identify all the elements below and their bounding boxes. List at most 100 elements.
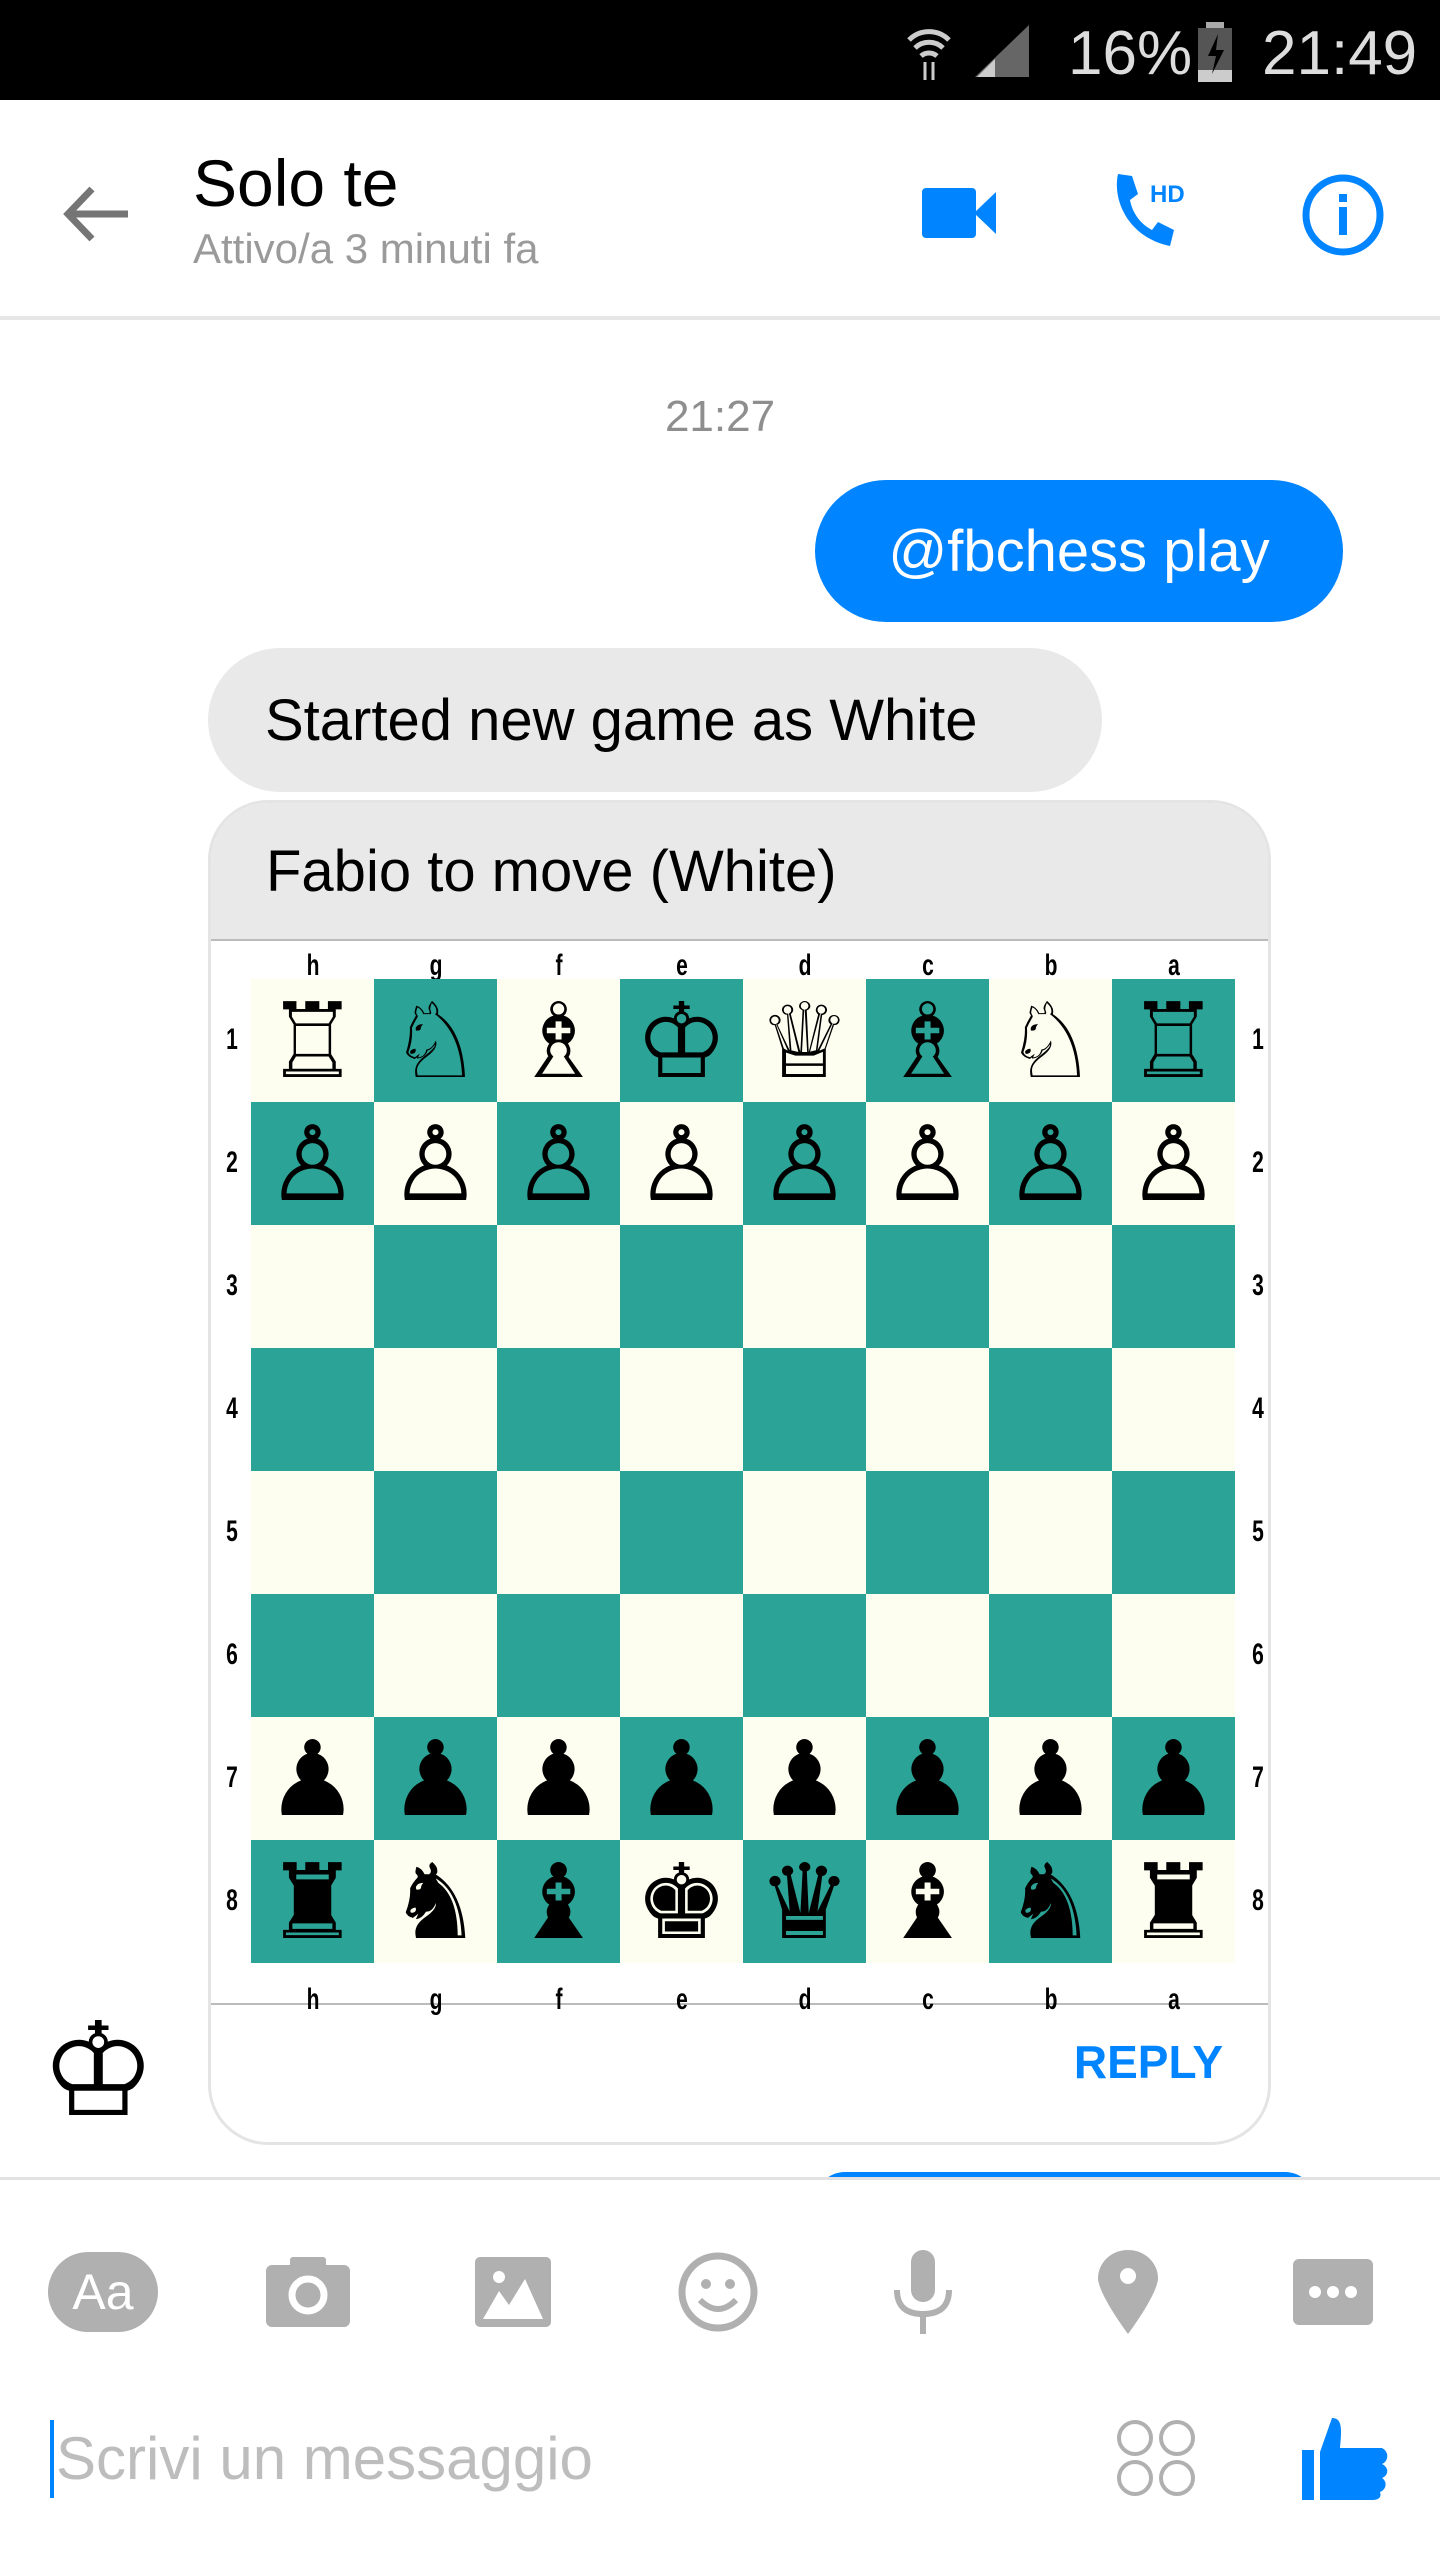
board-square-f4[interactable] — [497, 1348, 620, 1471]
board-square-e3[interactable] — [620, 1225, 743, 1348]
board-square-b6[interactable] — [989, 1594, 1112, 1717]
chess-piece[interactable]: ♙ — [1127, 1112, 1220, 1216]
board-square-e1[interactable]: ♔ — [620, 979, 743, 1102]
board-square-d3[interactable] — [743, 1225, 866, 1348]
board-square-c1[interactable]: ♗ — [866, 979, 989, 1102]
message-input[interactable]: Scrivi un messaggio — [50, 2420, 593, 2498]
video-call-icon[interactable] — [922, 188, 998, 238]
board-square-d8[interactable]: ♛ — [743, 1840, 866, 1963]
chess-board[interactable]: h h g g f f e e d d c c b b a a 1 1 ♖ ♘ ♗ ♔ ♕ ♗ ♘ ♖ 2 2 ♙ ♙ ♙ ♙ ♙ ♙ ♙ ♙ 3 3 4 4… — [211, 941, 1268, 2016]
chess-piece[interactable]: ♜ — [266, 1850, 359, 1954]
board-square-f6[interactable] — [497, 1594, 620, 1717]
board-square-a5[interactable] — [1112, 1471, 1235, 1594]
board-square-b4[interactable] — [989, 1348, 1112, 1471]
chess-piece[interactable]: ♕ — [758, 989, 851, 1093]
board-square-h4[interactable] — [251, 1348, 374, 1471]
board-square-b8[interactable]: ♞ — [989, 1840, 1112, 1963]
board-square-d7[interactable]: ♟ — [743, 1717, 866, 1840]
board-square-b1[interactable]: ♘ — [989, 979, 1112, 1102]
board-square-c8[interactable]: ♝ — [866, 1840, 989, 1963]
board-square-d5[interactable] — [743, 1471, 866, 1594]
chess-piece[interactable]: ♙ — [512, 1112, 605, 1216]
stickers-icon[interactable] — [1115, 2418, 1197, 2498]
contact-name[interactable]: Solo te — [193, 145, 398, 221]
board-square-h5[interactable] — [251, 1471, 374, 1594]
board-square-c2[interactable]: ♙ — [866, 1102, 989, 1225]
chess-piece[interactable]: ♛ — [758, 1850, 851, 1954]
chess-piece[interactable]: ♟ — [1004, 1727, 1097, 1831]
chess-piece[interactable]: ♚ — [635, 1850, 728, 1954]
board-square-f2[interactable]: ♙ — [497, 1102, 620, 1225]
camera-button[interactable] — [253, 2242, 363, 2342]
board-square-b2[interactable]: ♙ — [989, 1102, 1112, 1225]
board-square-e8[interactable]: ♚ — [620, 1840, 743, 1963]
chess-piece[interactable]: ♗ — [512, 989, 605, 1093]
board-square-e7[interactable]: ♟ — [620, 1717, 743, 1840]
board-square-d4[interactable] — [743, 1348, 866, 1471]
board-square-d1[interactable]: ♕ — [743, 979, 866, 1102]
chess-piece[interactable]: ♙ — [881, 1112, 974, 1216]
chess-piece[interactable]: ♟ — [389, 1727, 482, 1831]
location-button[interactable] — [1073, 2242, 1183, 2342]
text-format-button[interactable]: Aa — [48, 2242, 158, 2342]
outgoing-message[interactable]: @fbchess play — [815, 480, 1343, 622]
chess-piece[interactable]: ♝ — [881, 1850, 974, 1954]
board-square-f1[interactable]: ♗ — [497, 979, 620, 1102]
board-square-e6[interactable] — [620, 1594, 743, 1717]
board-square-a3[interactable] — [1112, 1225, 1235, 1348]
board-square-g5[interactable] — [374, 1471, 497, 1594]
chess-piece[interactable]: ♞ — [389, 1850, 482, 1954]
hd-phone-call-icon[interactable]: HD — [1110, 172, 1192, 254]
board-square-h7[interactable]: ♟ — [251, 1717, 374, 1840]
chess-piece[interactable]: ♙ — [1004, 1112, 1097, 1216]
board-square-g8[interactable]: ♞ — [374, 1840, 497, 1963]
board-square-f8[interactable]: ♝ — [497, 1840, 620, 1963]
board-square-f5[interactable] — [497, 1471, 620, 1594]
board-square-b7[interactable]: ♟ — [989, 1717, 1112, 1840]
board-square-a1[interactable]: ♖ — [1112, 979, 1235, 1102]
chess-piece[interactable]: ♘ — [1004, 989, 1097, 1093]
board-square-h8[interactable]: ♜ — [251, 1840, 374, 1963]
board-square-g3[interactable] — [374, 1225, 497, 1348]
board-square-f7[interactable]: ♟ — [497, 1717, 620, 1840]
back-arrow-icon[interactable] — [62, 185, 130, 243]
board-square-d2[interactable]: ♙ — [743, 1102, 866, 1225]
board-square-h3[interactable] — [251, 1225, 374, 1348]
chess-piece[interactable]: ♞ — [1004, 1850, 1097, 1954]
image-button[interactable] — [458, 2242, 568, 2342]
board-square-c5[interactable] — [866, 1471, 989, 1594]
chess-piece[interactable]: ♝ — [512, 1850, 605, 1954]
board-square-a7[interactable]: ♟ — [1112, 1717, 1235, 1840]
chess-piece[interactable]: ♟ — [512, 1727, 605, 1831]
board-square-h6[interactable] — [251, 1594, 374, 1717]
chess-piece[interactable]: ♟ — [758, 1727, 851, 1831]
board-square-c4[interactable] — [866, 1348, 989, 1471]
chess-piece[interactable]: ♗ — [881, 989, 974, 1093]
chess-piece[interactable]: ♜ — [1127, 1850, 1220, 1954]
board-square-e2[interactable]: ♙ — [620, 1102, 743, 1225]
board-square-h1[interactable]: ♖ — [251, 979, 374, 1102]
board-square-g7[interactable]: ♟ — [374, 1717, 497, 1840]
board-square-c7[interactable]: ♟ — [866, 1717, 989, 1840]
chess-piece[interactable]: ♟ — [635, 1727, 728, 1831]
chess-piece[interactable]: ♙ — [758, 1112, 851, 1216]
board-square-g1[interactable]: ♘ — [374, 979, 497, 1102]
board-square-a6[interactable] — [1112, 1594, 1235, 1717]
emoji-button[interactable] — [663, 2242, 773, 2342]
chess-piece[interactable]: ♖ — [1127, 989, 1220, 1093]
board-square-g4[interactable] — [374, 1348, 497, 1471]
board-square-g6[interactable] — [374, 1594, 497, 1717]
chess-piece[interactable]: ♘ — [389, 989, 482, 1093]
board-square-g2[interactable]: ♙ — [374, 1102, 497, 1225]
board-square-b3[interactable] — [989, 1225, 1112, 1348]
chess-piece[interactable]: ♖ — [266, 989, 359, 1093]
board-square-c3[interactable] — [866, 1225, 989, 1348]
more-button[interactable] — [1278, 2242, 1388, 2342]
board-square-a2[interactable]: ♙ — [1112, 1102, 1235, 1225]
reply-button[interactable]: REPLY — [1074, 2035, 1223, 2089]
board-square-e4[interactable] — [620, 1348, 743, 1471]
chess-piece[interactable]: ♔ — [635, 989, 728, 1093]
chess-piece[interactable]: ♟ — [266, 1727, 359, 1831]
incoming-message[interactable]: Started new game as White — [208, 648, 1102, 792]
chess-piece[interactable]: ♙ — [389, 1112, 482, 1216]
